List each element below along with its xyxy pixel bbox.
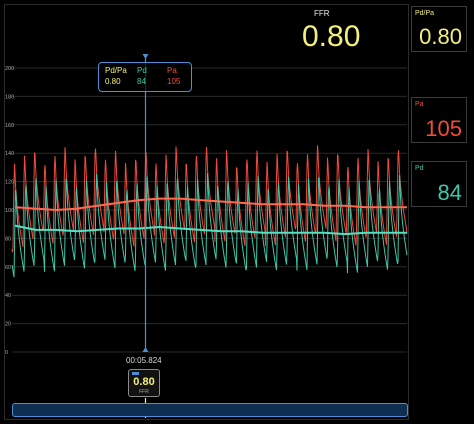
cursor-ffr-badge[interactable]: 0.80 FFR bbox=[128, 369, 160, 397]
tooltip-pd-value: 84 bbox=[137, 77, 146, 86]
y-tick-label: 40 bbox=[5, 293, 11, 299]
y-tick-label: 160 bbox=[5, 123, 14, 129]
pd-panel-value: 84 bbox=[437, 180, 462, 205]
pdpa-panel-value: 0.80 bbox=[419, 24, 462, 49]
cursor-bottom-handle-icon bbox=[142, 347, 149, 352]
y-tick-label: 140 bbox=[5, 151, 14, 157]
tooltip-pdpa-label: Pd/Pa bbox=[105, 66, 127, 75]
pdpa-panel-label: Pd/Pa bbox=[415, 10, 435, 17]
pa-panel: Pa 105 bbox=[411, 97, 467, 143]
y-tick-label: 200 bbox=[5, 66, 14, 72]
cursor-time: 00:05.824 bbox=[126, 356, 162, 365]
ffr-monitor-screen: 200 180 160 140 120 100 80 60 40 20 0 FFR 0.80 Pd/… bbox=[0, 0, 474, 424]
pd-panel-label: Pd bbox=[415, 165, 424, 172]
cursor-ffr-label: FFR bbox=[139, 389, 149, 395]
y-tick-label: 60 bbox=[5, 265, 11, 271]
y-tick-label: 100 bbox=[5, 208, 14, 214]
pd-panel: Pd 84 bbox=[411, 161, 467, 207]
pdpa-panel: Pd/Pa 0.80 bbox=[411, 6, 467, 52]
pa-panel-value: 105 bbox=[425, 116, 462, 141]
badge-marker-icon bbox=[132, 372, 139, 375]
ffr-title: FFR bbox=[314, 9, 330, 18]
tooltip-pd-label: Pd bbox=[137, 66, 147, 75]
cursor-ffr-value: 0.80 bbox=[133, 376, 155, 388]
y-tick-label: 180 bbox=[5, 94, 14, 100]
tooltip-pa-value: 105 bbox=[167, 77, 181, 86]
cursor-top-handle-icon bbox=[142, 54, 149, 59]
pa-panel-label: Pa bbox=[415, 101, 424, 108]
y-tick-label: 80 bbox=[5, 236, 11, 242]
cursor-tooltip: Pd/Pa 0.80 Pd 84 Pa 105 bbox=[98, 62, 192, 92]
ffr-value: 0.80 bbox=[302, 20, 361, 53]
tooltip-pa-label: Pa bbox=[167, 66, 177, 75]
y-tick-label: 120 bbox=[5, 180, 14, 186]
y-tick-label: 0 bbox=[5, 350, 8, 356]
y-tick-label: 20 bbox=[5, 322, 11, 328]
pressure-chart[interactable]: 200180160140120100806040200 bbox=[0, 0, 474, 424]
tooltip-pdpa-value: 0.80 bbox=[105, 77, 121, 86]
timeline-scrollbar[interactable] bbox=[12, 403, 408, 417]
